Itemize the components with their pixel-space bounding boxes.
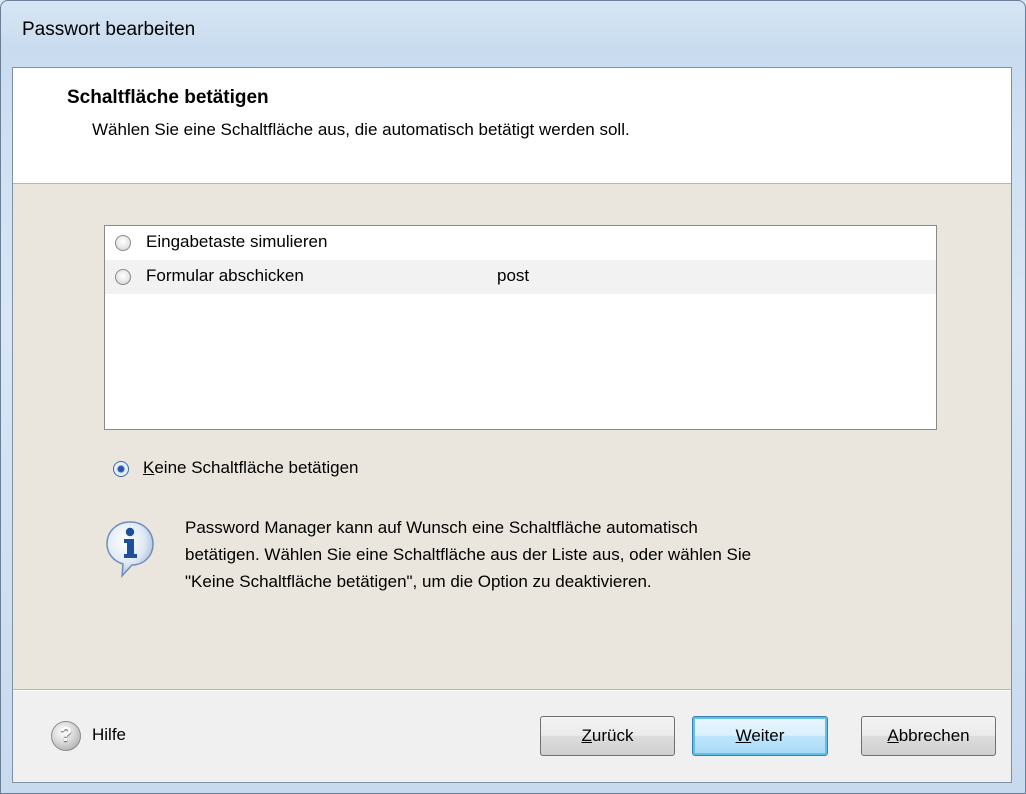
button-label-rest: urück	[591, 726, 634, 745]
label-rest: eine Schaltfläche betätigen	[154, 458, 359, 477]
list-item-submit-form[interactable]: Formular abschicken post	[105, 260, 936, 294]
no-button-option[interactable]: Keine Schaltfläche betätigen	[113, 457, 443, 481]
help-icon[interactable]: ?	[51, 721, 81, 751]
list-item-enter-key[interactable]: Eingabetaste simulieren	[105, 226, 936, 260]
page-subtitle: Wählen Sie eine Schaltfläche aus, die au…	[92, 120, 630, 139]
info-text: Password Manager kann auf Wunsch eine Sc…	[185, 514, 915, 595]
list-item-value: post	[497, 266, 530, 285]
accelerator-key: Z	[581, 726, 592, 745]
window-title: Passwort bearbeiten	[22, 19, 196, 40]
wizard-header: Schaltfläche betätigen Wählen Sie eine S…	[13, 68, 1011, 184]
no-button-label: Keine Schaltfläche betätigen	[143, 458, 359, 478]
button-label-rest: eiter	[751, 726, 785, 745]
back-button[interactable]: Zurück	[540, 716, 675, 756]
radio-enter-key[interactable]	[115, 235, 131, 251]
info-line: betätigen. Wählen Sie eine Schaltfläche …	[185, 545, 752, 564]
help-link[interactable]: Hilfe	[92, 725, 126, 745]
footer-bar: ? Hilfe Zurück Weiter Abbrechen	[13, 691, 1011, 782]
dialog-body: Schaltfläche betätigen Wählen Sie eine S…	[12, 67, 1012, 783]
next-button[interactable]: Weiter	[692, 716, 828, 756]
info-line: "Keine Schaltfläche betätigen", um die O…	[185, 572, 652, 591]
info-line: Password Manager kann auf Wunsch eine Sc…	[185, 518, 698, 537]
radio-no-button[interactable]	[113, 461, 129, 477]
cancel-button[interactable]: Abbrechen	[861, 716, 996, 756]
radio-submit-form[interactable]	[115, 269, 131, 285]
button-listbox[interactable]: Eingabetaste simulieren Formular abschic…	[104, 225, 937, 430]
button-label-rest: bbrechen	[898, 726, 970, 745]
accelerator-key: K	[143, 458, 155, 477]
list-item-label: Formular abschicken	[146, 266, 304, 285]
list-item-label: Eingabetaste simulieren	[146, 232, 328, 251]
info-icon	[106, 521, 154, 579]
accelerator-key: A	[887, 726, 899, 745]
accelerator-key: W	[735, 726, 752, 745]
page-title: Schaltfläche betätigen	[67, 87, 269, 108]
